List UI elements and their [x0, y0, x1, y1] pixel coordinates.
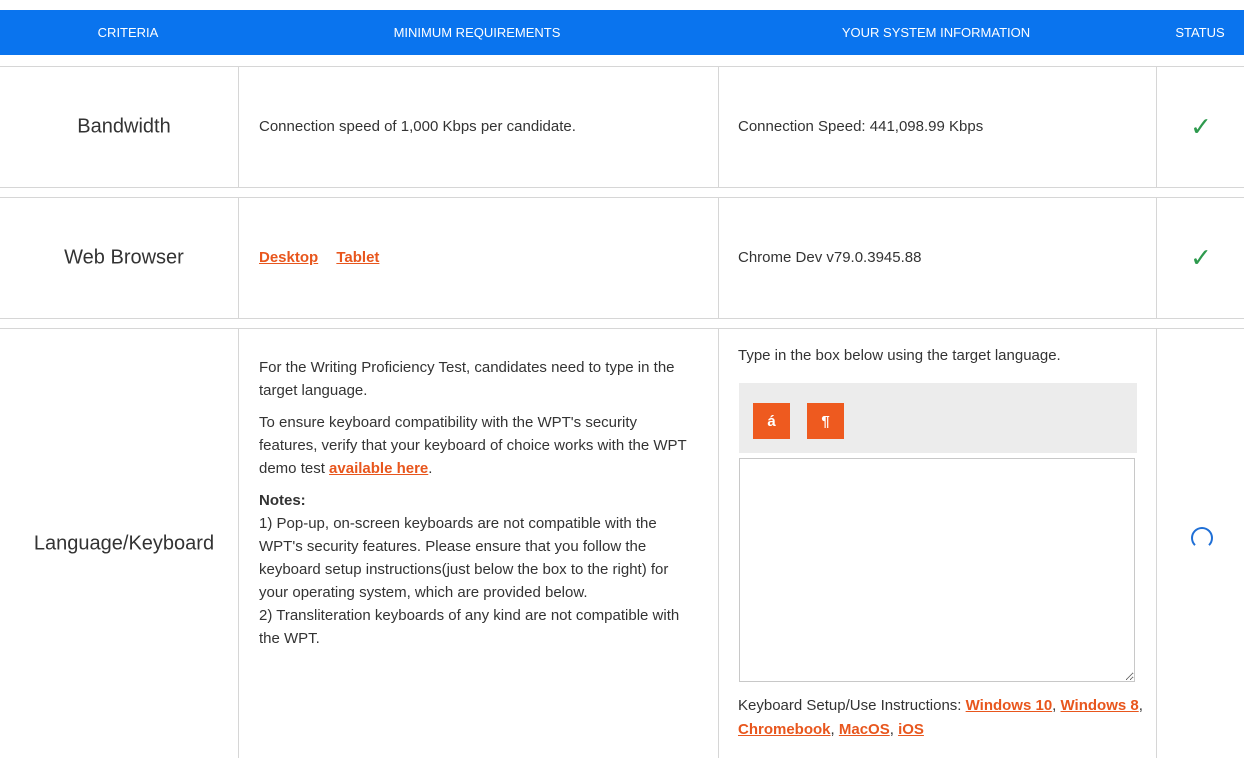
row-divider: [0, 187, 1244, 188]
keyboard-requirement: For the Writing Proficiency Test, candid…: [259, 356, 689, 650]
separator: ,: [1138, 697, 1143, 714]
demo-text: To ensure keyboard compatibility with th…: [259, 414, 687, 477]
column-divider: [1156, 66, 1157, 188]
table-header: CRITERIA MINIMUM REQUIREMENTS YOUR SYSTE…: [0, 10, 1244, 55]
setup-label: Keyboard Setup/Use Instructions:: [738, 697, 966, 714]
notes-label: Notes:: [259, 492, 306, 509]
browser-system-info: Chrome Dev v79.0.3945.88: [738, 249, 922, 266]
row-divider: [0, 197, 1244, 198]
separator: ,: [889, 721, 899, 738]
separator: ,: [1052, 697, 1061, 714]
separator: ,: [830, 721, 839, 738]
accent-button[interactable]: á: [753, 403, 790, 439]
column-divider: [238, 197, 239, 319]
ios-link[interactable]: iOS: [898, 721, 924, 738]
column-divider: [238, 66, 239, 188]
header-criteria: CRITERIA: [97, 25, 159, 40]
bandwidth-requirement: Connection speed of 1,000 Kbps per candi…: [259, 118, 576, 135]
windows-8-link[interactable]: Windows 8: [1061, 697, 1139, 714]
demo-text-end: .: [428, 460, 433, 477]
tablet-link[interactable]: Tablet: [336, 249, 379, 266]
requirement-paragraph-demo: To ensure keyboard compatibility with th…: [259, 411, 689, 480]
column-divider: [718, 328, 719, 758]
chromebook-link[interactable]: Chromebook: [738, 721, 831, 738]
keyboard-toolbar: á ¶: [739, 383, 1137, 453]
windows-10-link[interactable]: Windows 10: [966, 697, 1053, 714]
criteria-bandwidth: Bandwidth: [77, 115, 171, 138]
column-divider: [718, 197, 719, 319]
paragraph-direction-icon: ¶: [821, 412, 830, 430]
column-divider: [238, 328, 239, 758]
bandwidth-system-info: Connection Speed: 441,098.99 Kbps: [738, 118, 984, 135]
criteria-language-keyboard: Language/Keyboard: [33, 532, 215, 555]
keyboard-setup-instructions: Keyboard Setup/Use Instructions: Windows…: [738, 694, 1148, 742]
criteria-web-browser: Web Browser: [64, 246, 184, 269]
demo-test-link[interactable]: available here: [329, 460, 428, 477]
row-divider: [0, 66, 1244, 67]
desktop-link[interactable]: Desktop: [259, 249, 318, 266]
keyboard-test-textarea[interactable]: [739, 458, 1135, 682]
row-divider: [0, 328, 1244, 329]
column-divider: [718, 66, 719, 188]
requirement-paragraph: For the Writing Proficiency Test, candid…: [259, 359, 675, 399]
rtl-button[interactable]: ¶: [807, 403, 844, 439]
note-2: 2) Transliteration keyboards of any kind…: [259, 607, 680, 647]
row-divider: [0, 318, 1244, 319]
header-status: STATUS: [1175, 25, 1225, 40]
check-icon: ✓: [1190, 111, 1212, 142]
keyboard-instruction: Type in the box below using the target l…: [738, 347, 1061, 364]
header-system-information: YOUR SYSTEM INFORMATION: [841, 25, 1031, 40]
browser-requirement-links: Desktop Tablet: [259, 249, 379, 266]
column-divider: [1156, 197, 1157, 319]
note-1: 1) Pop-up, on-screen keyboards are not c…: [259, 515, 669, 601]
macos-link[interactable]: MacOS: [839, 721, 890, 738]
column-divider: [1156, 328, 1157, 758]
loading-spinner-icon: [1191, 527, 1213, 549]
header-minimum-requirements: MINIMUM REQUIREMENTS: [393, 25, 561, 40]
check-icon: ✓: [1190, 242, 1212, 273]
